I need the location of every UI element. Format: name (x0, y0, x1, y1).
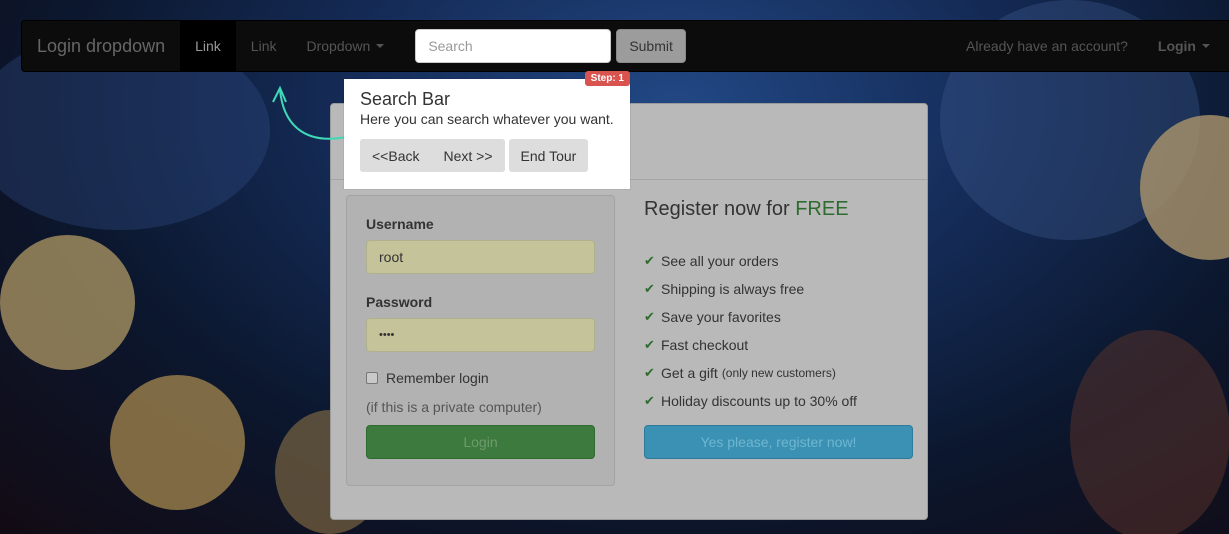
benefit-note: (only new customers) (721, 366, 836, 380)
login-form: Username root Password •••• Remember log… (346, 195, 615, 486)
benefit-text: See all your orders (661, 253, 779, 269)
nav-link[interactable]: Link (236, 21, 292, 71)
tour-text: Here you can search whatever you want. (360, 111, 614, 127)
benefit-text: Shipping is always free (661, 281, 805, 297)
dropdown-toggle[interactable]: Dropdown (291, 21, 399, 71)
benefit-text: Save your favorites (661, 309, 781, 325)
register-section: Register now for FREE ✔ See all your ord… (644, 198, 914, 459)
username-input[interactable]: root (366, 240, 595, 274)
remember-label: Remember login (386, 370, 489, 386)
password-label: Password (366, 294, 433, 310)
tour-end-button[interactable]: End Tour (508, 139, 589, 172)
login-button[interactable]: Login (366, 425, 595, 459)
password-input[interactable]: •••• (366, 318, 595, 352)
brand-link[interactable]: Login dropdown (22, 21, 180, 71)
benefit-text: Fast checkout (661, 337, 749, 353)
tour-popover: Step: 1 Search Bar Here you can search w… (344, 71, 630, 189)
remember-row: Remember login (366, 370, 595, 386)
tour-arrow-icon (272, 85, 347, 140)
check-icon: ✔ (644, 365, 655, 380)
register-title: Register now for FREE (644, 198, 914, 221)
navbar-right: Already have an account? Login (951, 21, 1229, 71)
check-icon: ✔ (644, 281, 655, 296)
caret-down-icon (376, 44, 385, 48)
nav-link-active[interactable]: Link (180, 21, 236, 71)
tour-nav-group: <<Back Next >> (360, 139, 505, 172)
login-label: Login (1157, 38, 1196, 54)
top-navbar: Login dropdown Link Link Dropdown Submit… (21, 20, 1229, 72)
search-input[interactable] (415, 29, 612, 63)
benefit-text: Holiday discounts up to 30% off (661, 393, 857, 409)
step-badge: Step: 1 (584, 71, 630, 86)
tour-buttons: <<Back Next >> End Tour (360, 139, 589, 172)
benefit-item: ✔ Save your favorites (644, 303, 914, 331)
benefit-item: ✔ Fast checkout (644, 331, 914, 359)
username-label: Username (366, 216, 434, 232)
login-dropdown[interactable]: Login (1143, 38, 1229, 54)
submit-button[interactable]: Submit (616, 29, 686, 63)
register-button[interactable]: Yes please, register now! (644, 425, 913, 459)
check-icon: ✔ (644, 337, 655, 352)
remember-checkbox[interactable] (366, 372, 378, 384)
check-icon: ✔ (644, 253, 655, 268)
benefit-item: ✔ Get a gift (only new customers) (644, 359, 914, 387)
search-form: Submit (415, 29, 686, 63)
tour-back-button[interactable]: <<Back (360, 139, 432, 172)
benefit-item: ✔ Holiday discounts up to 30% off (644, 387, 914, 415)
benefit-item: ✔ Shipping is always free (644, 275, 914, 303)
account-text: Already have an account? (966, 38, 1128, 54)
register-title-text: Register now for (644, 198, 790, 220)
remember-hint: (if this is a private computer) (366, 399, 542, 415)
register-title-highlight: FREE (795, 198, 849, 220)
dropdown-label: Dropdown (306, 38, 371, 54)
benefit-item: ✔ See all your orders (644, 247, 914, 275)
benefit-text: Get a gift (661, 365, 718, 381)
check-icon: ✔ (644, 393, 655, 408)
tour-title: Search Bar (360, 89, 451, 109)
caret-down-icon (1202, 44, 1210, 48)
check-icon: ✔ (644, 309, 655, 324)
tour-next-button[interactable]: Next >> (431, 139, 505, 172)
